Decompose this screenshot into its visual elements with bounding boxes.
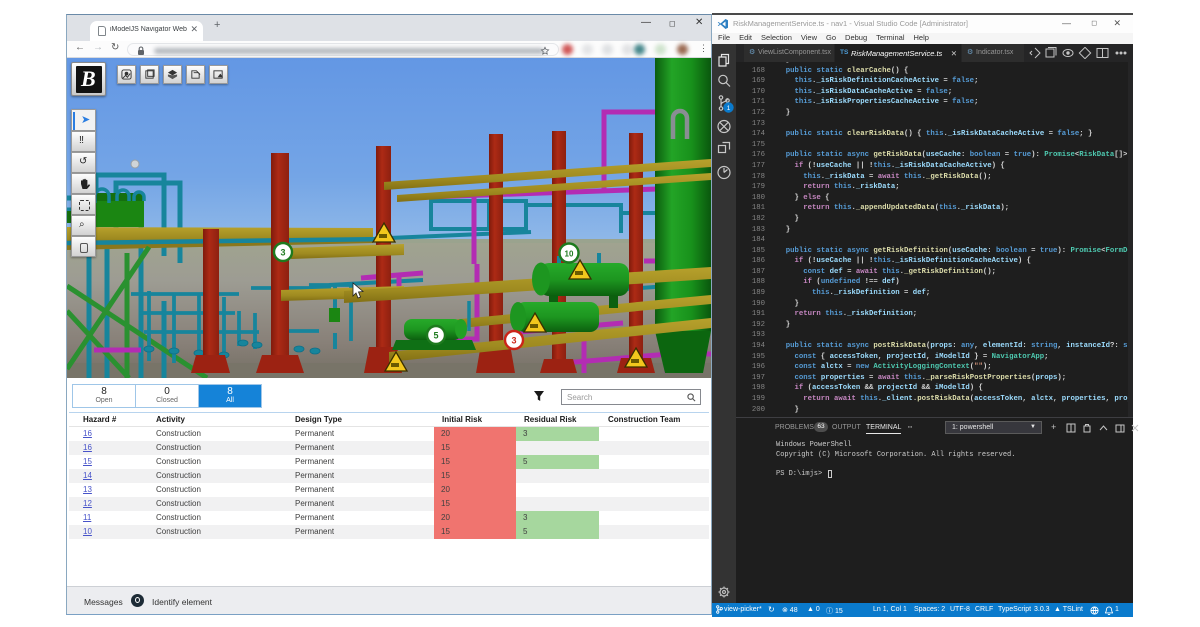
svg-text:1: 1	[727, 105, 731, 112]
svg-text:5: 5	[433, 331, 438, 341]
svg-text:3: 3	[511, 336, 516, 346]
svg-text:3: 3	[280, 248, 285, 258]
svg-text:10: 10	[565, 250, 574, 259]
